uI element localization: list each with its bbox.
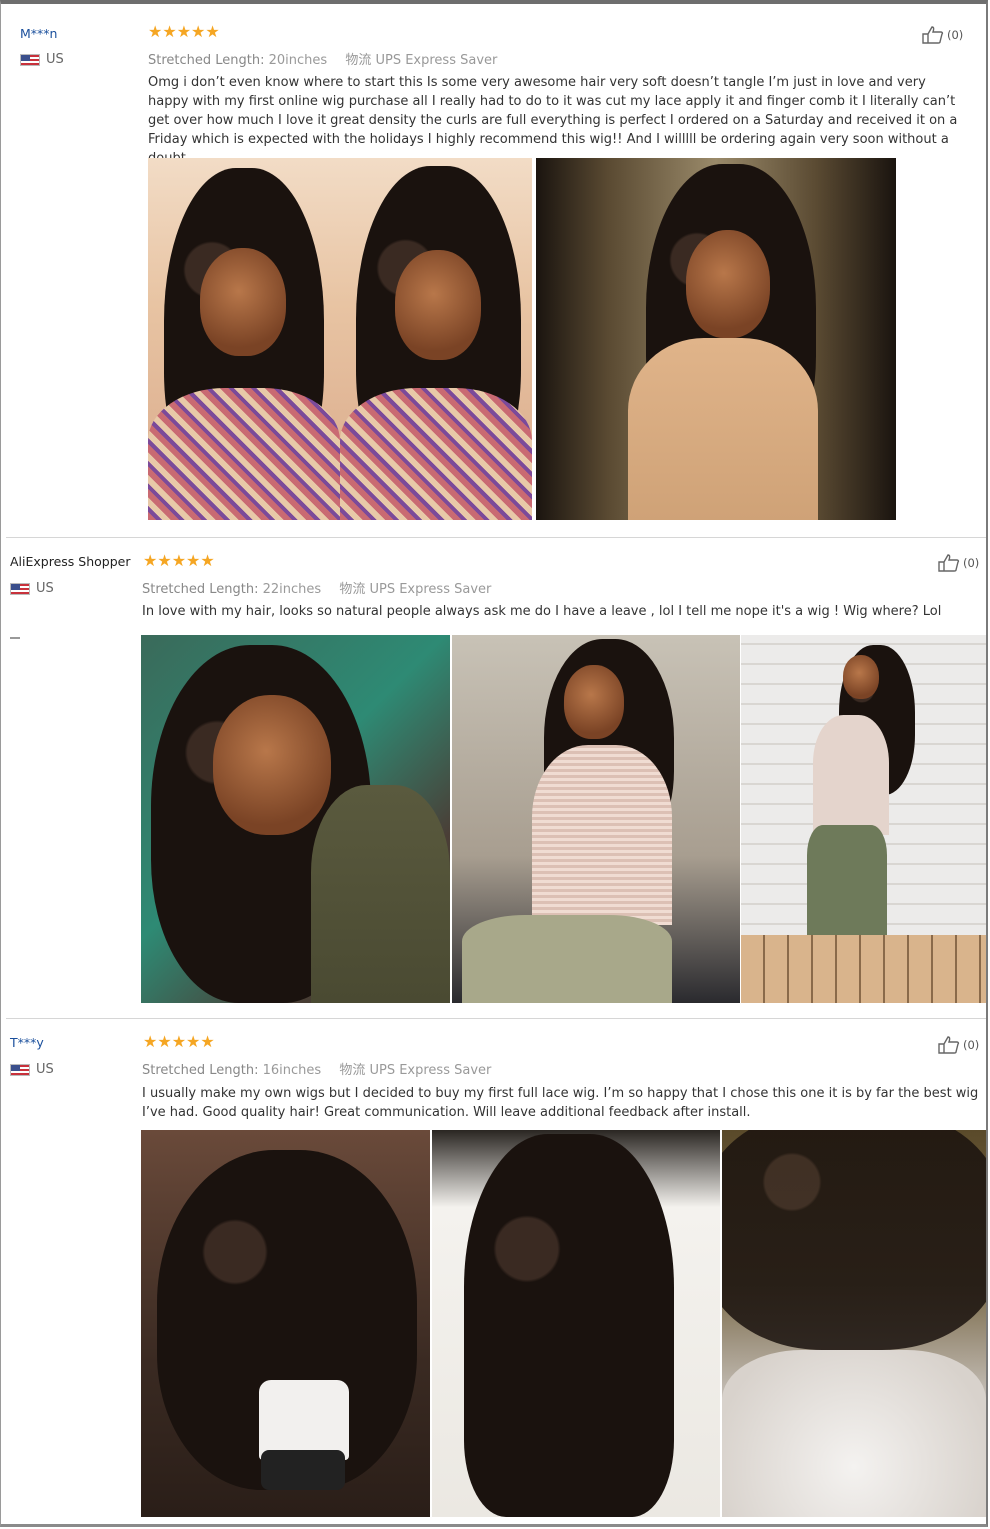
thumbs-up-icon — [938, 1036, 960, 1054]
photo-subject-top — [532, 745, 672, 925]
reviewer-country: US — [20, 52, 64, 67]
review-photo[interactable] — [741, 635, 986, 1003]
photo-subject-face — [564, 665, 624, 739]
mannequin-base — [259, 1380, 349, 1460]
us-flag-icon — [10, 582, 30, 595]
photo-subject-face — [200, 248, 286, 356]
thumbs-up-icon — [938, 554, 960, 572]
photo-subject-face — [213, 695, 331, 835]
shipping-method: 物流 UPS Express Saver — [345, 53, 498, 68]
length-label: Stretched Length: — [142, 1063, 259, 1078]
reviewer-name[interactable]: T***y — [10, 1035, 44, 1050]
helpful-count: (0) — [963, 1038, 980, 1052]
shipping-method: 物流 UPS Express Saver — [339, 1063, 492, 1078]
review-photo[interactable] — [340, 158, 532, 520]
review-divider — [6, 1018, 986, 1019]
lace-closeup — [722, 1350, 986, 1517]
photo-subject-top — [813, 715, 889, 835]
country-code: US — [46, 52, 64, 67]
helpful-button[interactable]: (0) — [922, 26, 963, 44]
photo-floor — [741, 935, 986, 1003]
length-label: Stretched Length: — [148, 53, 265, 68]
photo-subject-face — [686, 230, 770, 338]
review-photo[interactable] — [432, 1130, 720, 1517]
country-code: US — [36, 1062, 54, 1077]
country-code: US — [36, 581, 54, 596]
star-rating: ★★★★★ — [148, 22, 220, 41]
wig-hair — [722, 1130, 986, 1350]
photo-subject-jacket — [311, 785, 450, 1003]
length-value: 16inches — [262, 1063, 322, 1078]
review-meta: Stretched Length: 16inches 物流 UPS Expres… — [142, 1059, 491, 1078]
reviewer-country: US — [10, 581, 54, 596]
thumbs-up-icon — [922, 26, 944, 44]
photo-subject-top — [148, 388, 340, 520]
review-item: AliExpress Shopper US ★★★★★ Stretched Le… — [0, 540, 990, 1010]
star-rating: ★★★★★ — [143, 551, 215, 570]
review-text: In love with my hair, looks so natural p… — [142, 604, 942, 619]
review-item: T***y US ★★★★★ Stretched Length: 16inche… — [0, 1021, 990, 1521]
review-meta: Stretched Length: 20inches 物流 UPS Expres… — [148, 49, 497, 68]
reviewer-country: US — [10, 1062, 54, 1077]
length-label: Stretched Length: — [142, 582, 259, 597]
review-photo[interactable] — [452, 635, 740, 1003]
review-divider — [6, 537, 986, 538]
photo-subject-face — [843, 655, 879, 699]
star-rating: ★★★★★ — [143, 1032, 215, 1051]
review-photo[interactable] — [722, 1130, 986, 1517]
us-flag-icon — [10, 1063, 30, 1076]
helpful-button[interactable]: (0) — [938, 554, 979, 572]
review-photo[interactable] — [148, 158, 340, 520]
review-photo[interactable] — [141, 1130, 430, 1517]
length-value: 22inches — [262, 582, 322, 597]
helpful-count: (0) — [947, 28, 964, 42]
photo-subject-face — [395, 250, 481, 360]
helpful-button[interactable]: (0) — [938, 1036, 979, 1054]
reviewer-name[interactable]: AliExpress Shopper — [10, 554, 130, 569]
photo-subject-top — [340, 388, 532, 520]
photo-subject-pants — [462, 915, 672, 1003]
decorative-dash — [10, 637, 20, 639]
photo-subject-top — [628, 338, 818, 520]
review-photo[interactable] — [141, 635, 450, 1003]
shipping-method: 物流 UPS Express Saver — [339, 582, 492, 597]
us-flag-icon — [20, 53, 40, 66]
review-photo[interactable] — [536, 158, 896, 520]
mannequin-stand — [261, 1450, 345, 1490]
review-meta: Stretched Length: 22inches 物流 UPS Expres… — [142, 578, 491, 597]
wig-hair — [464, 1134, 674, 1517]
review-text: Omg i don’t even know where to start thi… — [148, 75, 958, 166]
review-text: I usually make my own wigs but I decided… — [142, 1086, 979, 1120]
length-value: 20inches — [268, 53, 328, 68]
review-item: M***n US ★★★★★ Stretched Length: 20inche… — [0, 0, 990, 530]
reviewer-name[interactable]: M***n — [20, 26, 57, 41]
helpful-count: (0) — [963, 556, 980, 570]
